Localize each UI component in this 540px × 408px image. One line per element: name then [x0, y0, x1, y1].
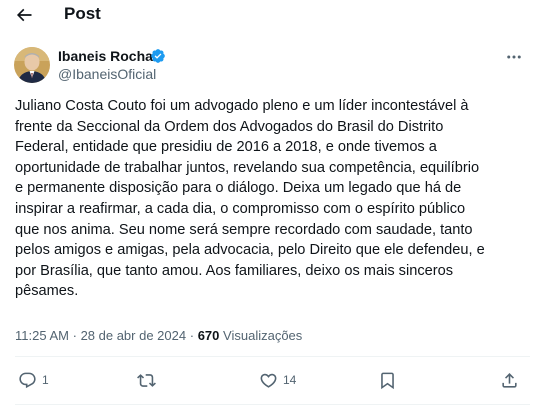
retweet-button[interactable] — [137, 365, 161, 395]
views-label: Visualizações — [223, 328, 303, 343]
tweet-meta: 11:25 AM · 28 de abr de 2024 · 670 Visua… — [15, 327, 302, 345]
more-horizontal-icon — [507, 55, 521, 59]
reply-count: 1 — [42, 373, 49, 387]
arrow-left-icon — [16, 8, 32, 22]
bookmark-icon — [381, 372, 394, 389]
avatar[interactable] — [14, 47, 50, 83]
share-icon — [502, 372, 517, 388]
top-bar: Post — [0, 0, 540, 32]
reply-button[interactable]: 1 — [18, 365, 49, 395]
heart-icon — [260, 373, 277, 388]
meta-separator: · — [72, 328, 77, 343]
like-button[interactable]: 14 — [259, 365, 296, 395]
like-count: 14 — [283, 373, 297, 387]
reply-icon — [19, 372, 36, 388]
tweet-text: Juliano Costa Couto foi um advogado plen… — [15, 98, 485, 300]
verified-badge-icon — [151, 49, 165, 63]
back-button[interactable] — [13, 4, 35, 26]
share-button[interactable] — [500, 365, 524, 395]
retweet-icon — [137, 373, 156, 387]
tweet-time[interactable]: 11:25 AM — [15, 328, 69, 343]
author-handle[interactable]: @IbaneisOficial — [58, 65, 156, 83]
divider — [15, 404, 530, 405]
more-options-button[interactable] — [500, 46, 528, 68]
action-bar: 1 14 — [0, 365, 540, 395]
page-title: Post — [64, 4, 101, 23]
divider — [15, 356, 530, 357]
tweet-date[interactable]: 28 de abr de 2024 — [81, 328, 187, 343]
meta-separator: · — [189, 328, 195, 343]
bookmark-button[interactable] — [378, 365, 402, 395]
author-name[interactable]: Ibaneis Rocha — [58, 47, 153, 65]
views-count: 670 — [197, 328, 220, 343]
